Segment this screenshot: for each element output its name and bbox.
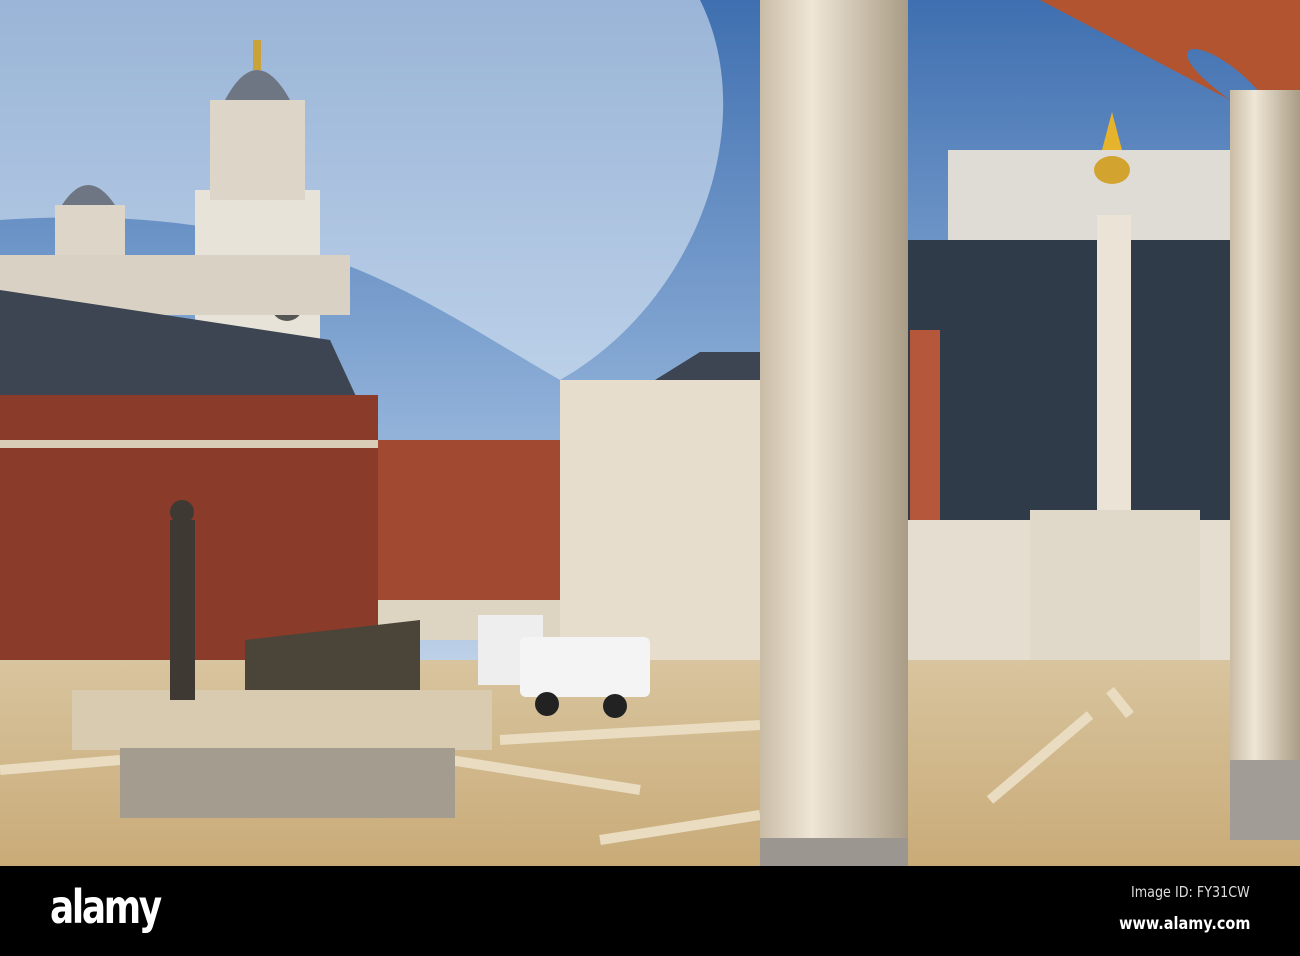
brick-building-center bbox=[378, 440, 568, 640]
stone-building-center bbox=[560, 352, 760, 660]
alamy-url: www.alamy.com bbox=[1118, 914, 1250, 934]
image-id-label: Image ID: FY31CW bbox=[1131, 883, 1250, 901]
alamy-watermark-bar: alamy Image ID: FY31CW www.alamy.com bbox=[0, 866, 1300, 956]
photo-paternoster-square bbox=[0, 0, 1300, 866]
alamy-logo: alamy bbox=[50, 880, 162, 934]
